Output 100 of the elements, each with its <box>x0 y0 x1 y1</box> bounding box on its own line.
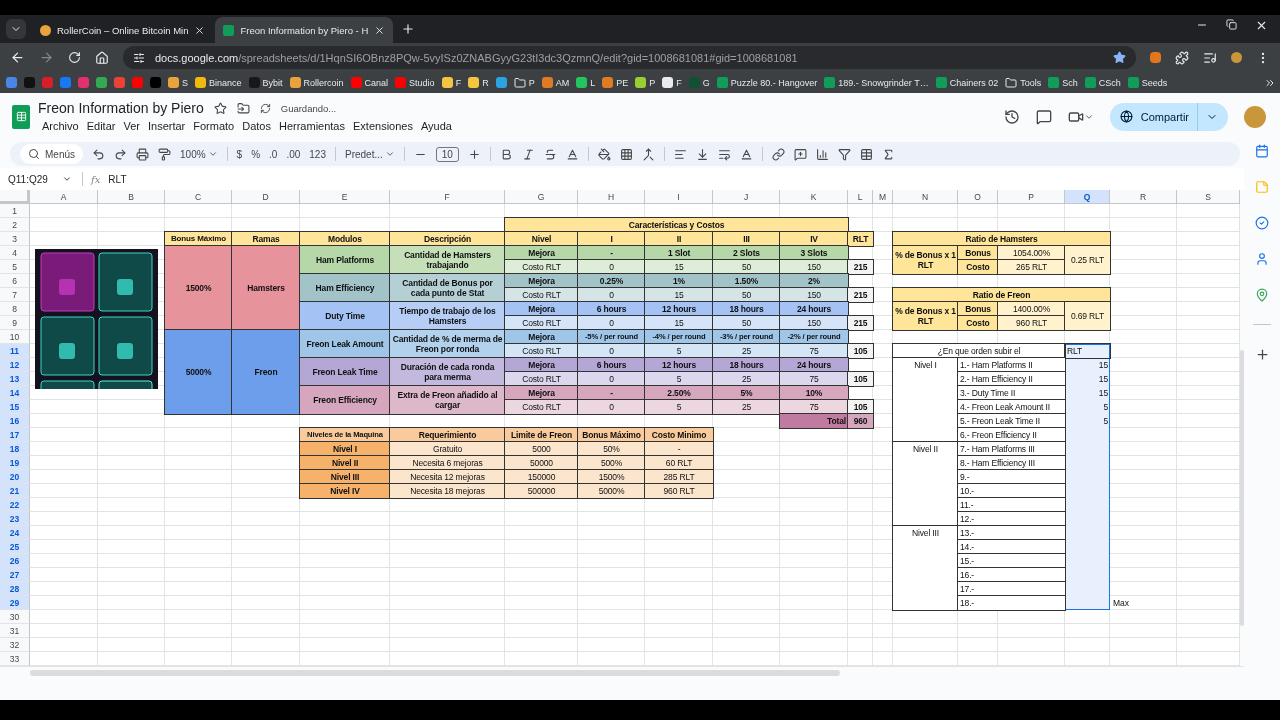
row-header[interactable]: 24 <box>0 526 30 540</box>
redo-icon[interactable] <box>114 147 127 161</box>
bookmark-star-icon[interactable] <box>1113 51 1126 64</box>
column-header[interactable]: C <box>165 190 232 204</box>
fill-color-icon[interactable] <box>597 147 611 161</box>
currency-button[interactable]: $ <box>236 148 243 160</box>
forward-icon[interactable] <box>39 50 54 65</box>
row-header[interactable]: 16 <box>0 414 30 428</box>
row-header[interactable]: 3 <box>0 232 30 246</box>
bookmark[interactable]: G <box>686 74 712 91</box>
decrease-decimals-button[interactable]: .0 <box>269 148 278 160</box>
vertical-align-icon[interactable] <box>695 147 709 161</box>
bookmark[interactable]: PE <box>600 74 631 91</box>
bookmark[interactable]: F <box>439 74 464 91</box>
row-header[interactable]: 33 <box>0 652 30 666</box>
move-icon[interactable] <box>236 101 250 115</box>
wrap-icon[interactable] <box>717 147 731 161</box>
browser-tab[interactable]: Freon Information by Piero - H <box>215 17 394 43</box>
italic-icon[interactable] <box>521 147 535 161</box>
menu-item[interactable]: Extensiones <box>349 119 417 133</box>
row-header[interactable]: 28 <box>0 582 30 596</box>
column-header[interactable]: N <box>893 190 958 204</box>
row-header[interactable]: 15 <box>0 400 30 414</box>
tab-search-button[interactable] <box>6 19 26 39</box>
table-icon[interactable] <box>859 147 873 161</box>
row-header[interactable]: 2 <box>0 218 30 232</box>
bookmark[interactable]: S <box>166 74 190 91</box>
font-dropdown[interactable]: Predet... <box>345 148 395 160</box>
plus-icon[interactable] <box>467 147 481 161</box>
column-header[interactable]: K <box>780 190 848 204</box>
menu-item[interactable]: Insertar <box>143 119 190 133</box>
row-header[interactable]: 26 <box>0 554 30 568</box>
comments-icon[interactable] <box>1035 108 1052 125</box>
address-field[interactable]: docs.google.com/spreadsheets/d/1HqnSI6OBnz8PQw-5vyISz0ZNABGyyG23tI3dc3QzmnQ/edit?gid=1008681081#gid=1008681081 <box>123 46 1136 69</box>
percent-button[interactable]: % <box>251 148 261 160</box>
column-header[interactable]: Q <box>1065 190 1110 204</box>
row-header[interactable]: 32 <box>0 638 30 652</box>
column-header[interactable]: O <box>958 190 998 204</box>
name-box[interactable]: Q11:Q29 <box>8 173 74 185</box>
row-header[interactable]: 23 <box>0 512 30 526</box>
add-icon[interactable] <box>1254 347 1270 362</box>
new-tab-button[interactable] <box>401 22 416 36</box>
bookmark[interactable]: Puzzle 80.- Hangover <box>714 74 820 91</box>
column-header[interactable]: M <box>873 190 893 204</box>
row-header[interactable]: 20 <box>0 470 30 484</box>
row-header[interactable]: 22 <box>0 498 30 512</box>
row-header[interactable]: 21 <box>0 484 30 498</box>
star-icon[interactable] <box>213 101 227 115</box>
extensions-icon[interactable] <box>1175 50 1189 65</box>
row-header[interactable]: 9 <box>0 316 30 330</box>
row-header[interactable]: 14 <box>0 386 30 400</box>
bookmark[interactable]: Tools <box>1003 73 1044 92</box>
bookmark[interactable]: Rollercoin <box>287 74 346 91</box>
bookmark[interactable]: Bybit <box>246 74 285 91</box>
number-format-button[interactable]: 123 <box>309 148 326 160</box>
column-header[interactable]: H <box>578 190 645 204</box>
profile-icon[interactable] <box>1231 52 1242 63</box>
bookmark[interactable]: P <box>511 73 537 92</box>
row-header[interactable]: 7 <box>0 288 30 302</box>
close-icon[interactable] <box>374 24 386 36</box>
text-color-icon[interactable] <box>565 147 579 161</box>
row-header[interactable]: 4 <box>0 246 30 260</box>
align-icon[interactable] <box>673 147 687 161</box>
row-header[interactable]: 31 <box>0 624 30 638</box>
formula-field[interactable]: RLT <box>108 173 127 185</box>
site-settings-icon[interactable] <box>133 51 145 64</box>
row-header[interactable]: 13 <box>0 372 30 386</box>
bookmark[interactable]: R <box>466 74 491 91</box>
borders-icon[interactable] <box>619 147 633 161</box>
bookmark[interactable]: Sch <box>1046 74 1080 91</box>
row-header[interactable]: 27 <box>0 568 30 582</box>
row-header[interactable]: 29 <box>0 596 30 610</box>
filter-icon[interactable] <box>837 147 851 161</box>
avatar[interactable] <box>1244 105 1266 128</box>
row-header[interactable]: 12 <box>0 358 30 372</box>
row-header[interactable]: 5 <box>0 260 30 274</box>
reload-icon[interactable] <box>68 51 81 64</box>
paint-format-icon[interactable] <box>158 147 171 161</box>
calendar-icon[interactable] <box>1255 144 1269 158</box>
row-header[interactable]: 30 <box>0 610 30 624</box>
column-header[interactable]: F <box>390 190 505 204</box>
contacts-icon[interactable] <box>1255 252 1269 266</box>
bookmark[interactable]: Studio <box>393 74 437 91</box>
menu-item[interactable]: Formato <box>189 119 239 133</box>
merge-icon[interactable] <box>641 147 655 161</box>
menu-item[interactable]: Archivo <box>38 119 83 133</box>
media-icon[interactable] <box>1203 50 1217 65</box>
bookmark[interactable]: L <box>574 74 598 91</box>
history-icon[interactable] <box>1003 108 1020 125</box>
share-button[interactable]: Compartir <box>1109 102 1228 131</box>
bookmark[interactable]: Chainers 02 <box>933 74 1001 91</box>
column-header[interactable]: I <box>645 190 713 204</box>
column-header[interactable]: B <box>98 190 165 204</box>
row-header[interactable]: 11 <box>0 344 30 358</box>
menu-search[interactable]: Menús <box>20 144 83 164</box>
document-title[interactable]: Freon Information by Piero <box>38 100 204 116</box>
increase-decimals-button[interactable]: .00 <box>286 148 301 160</box>
row-header[interactable]: 19 <box>0 456 30 470</box>
bookmark[interactable]: P <box>633 74 658 91</box>
tasks-icon[interactable] <box>1255 216 1269 230</box>
